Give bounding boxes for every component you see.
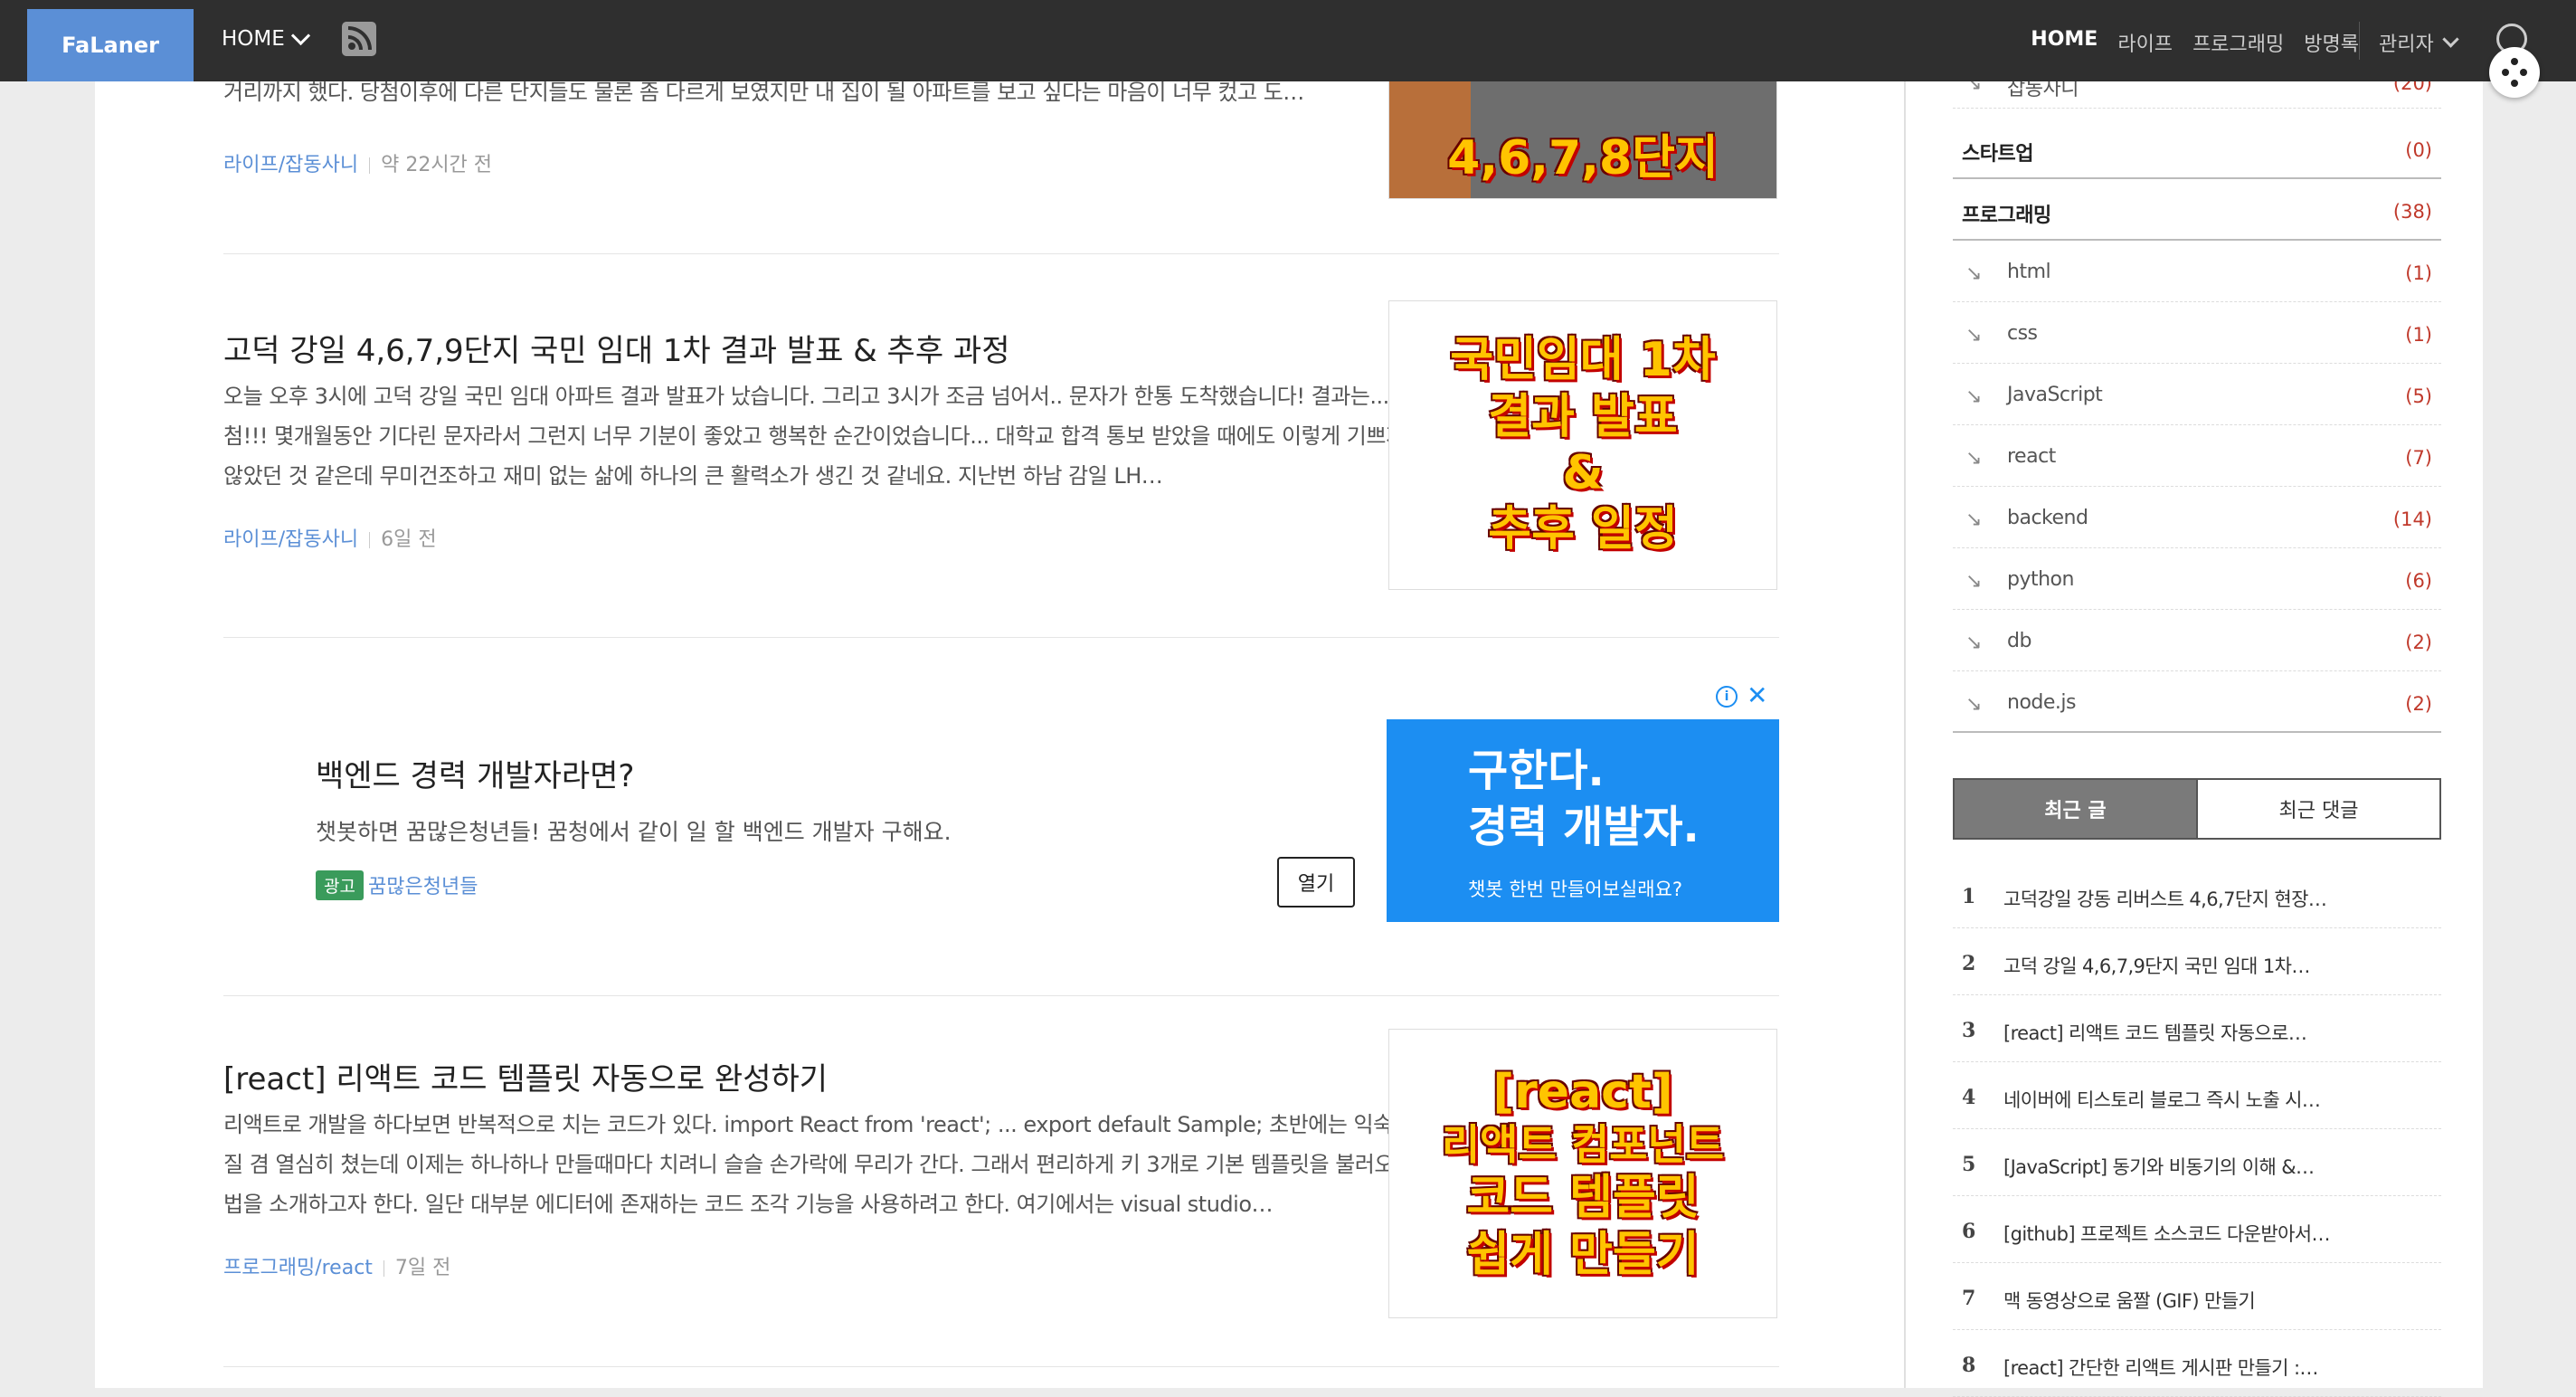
sidebar-category-startup[interactable]: 스타트업 (0) (1953, 118, 2441, 179)
post-excerpt: 오늘 오후 3시에 고덕 강일 국민 임대 아파트 결과 발표가 났습니다. 그… (223, 384, 1425, 489)
post-divider (223, 1366, 1779, 1367)
sidebar-category-python[interactable]: ↘ python (6) (1953, 548, 2441, 610)
sub-arrow-icon: ↘ (1965, 447, 1983, 470)
post-meta: 라이프/잡동사니 6일 전 (223, 523, 437, 552)
post-divider (223, 637, 1779, 638)
post-thumbnail[interactable]: 국민임대 1차 결과 발표 & 추후 일정 (1388, 300, 1777, 590)
sidebar-category-react[interactable]: ↘ react (7) (1953, 425, 2441, 487)
post-thumbnail[interactable]: [react] 리액트 컴포넌트 코드 템플릿 쉽게 만들기 (1388, 1029, 1777, 1318)
close-icon[interactable]: ✕ (1747, 680, 1767, 710)
recent-post-item[interactable]: 6 [github] 프로젝트 소스코드 다운받아서… (1953, 1196, 2441, 1263)
recent-post-item[interactable]: 7 맥 동영상으로 움짤 (GIF) 만들기 (1953, 1263, 2441, 1330)
post-category[interactable]: 라이프/잡동사니 (223, 528, 358, 551)
sub-arrow-icon: ↘ (1965, 570, 1983, 593)
sidebar-category-javascript[interactable]: ↘ JavaScript (5) (1953, 364, 2441, 425)
tab-recent-posts[interactable]: 최근 글 (1955, 780, 2196, 838)
ad-open-button[interactable]: 열기 (1277, 857, 1355, 908)
recent-post-item[interactable]: 4 네이버에 티스토리 블로그 즉시 노출 시… (1953, 1062, 2441, 1129)
tab-recent-comments[interactable]: 최근 댓글 (2196, 780, 2439, 838)
sidebar-category-html[interactable]: ↘ html (1) (1953, 241, 2441, 302)
ad-image[interactable]: 구한다. 경력 개발자. 챗봇 한번 만들어보실래요? (1387, 719, 1779, 922)
nav-divider (2359, 22, 2360, 60)
ad-title[interactable]: 백엔드 경력 개발자라면? (316, 751, 634, 795)
sub-arrow-icon: ↘ (1965, 632, 1983, 654)
post-date: 7일 전 (394, 1257, 451, 1279)
blog-brand-link[interactable]: FaLaner (27, 9, 194, 81)
chevron-down-icon (2442, 30, 2459, 48)
post-title[interactable]: [react] 리액트 코드 템플릿 자동으로 완성하기 (223, 1054, 828, 1098)
recent-post-item[interactable]: 1 고덕강일 강동 리버스트 4,6,7단지 현장… (1953, 861, 2441, 928)
post-meta: 프로그래밍/react 7일 전 (223, 1251, 450, 1280)
post-title[interactable]: 고덕 강일 4,6,7,9단지 국민 임대 1차 결과 발표 & 추후 과정 (223, 326, 1010, 370)
top-navigation-bar: FaLaner HOME HOME 라이프 프로그래밍 방명록 관리자 (0, 0, 2576, 81)
post-list: 거리까지 했다. 당첨이후에 다른 단지들도 물론 좀 다르게 보였지만 내 집… (95, 72, 1904, 1388)
recent-post-item[interactable]: 5 [JavaScript] 동기와 비동기의 이해 &… (1953, 1129, 2441, 1196)
sub-arrow-icon: ↘ (1965, 324, 1983, 347)
post-category[interactable]: 라이프/잡동사니 (223, 154, 358, 176)
menu-guestbook[interactable]: 방명록 (2304, 28, 2359, 57)
post-excerpt: 리액트로 개발을 하다보면 반복적으로 치는 코드가 있다. import Re… (223, 1112, 1414, 1217)
home-dropdown-label: HOME (222, 27, 285, 51)
info-icon[interactable]: i (1716, 686, 1738, 708)
post-meta: 라이프/잡동사니 약 22시간 전 (223, 148, 492, 177)
recent-tabs: 최근 글 최근 댓글 (1953, 778, 2441, 840)
menu-programming[interactable]: 프로그래밍 (2192, 28, 2284, 57)
sidebar: ↘ 잡동사니 (20) 스타트업 (0) 프로그래밍 (38) ↘ html (… (1904, 72, 2483, 1397)
recent-post-item[interactable]: 3 [react] 리액트 코드 템플릿 자동으로… (1953, 995, 2441, 1062)
recent-post-item[interactable]: 2 고덕 강일 4,6,7,9단지 국민 임대 1차… (1953, 928, 2441, 995)
post-category[interactable]: 프로그래밍/react (223, 1257, 373, 1279)
menu-life[interactable]: 라이프 (2117, 28, 2173, 57)
main-menu: HOME 라이프 프로그래밍 방명록 (2031, 28, 2359, 57)
admin-dropdown[interactable]: 관리자 (2379, 28, 2459, 57)
sidebar-category-backend[interactable]: ↘ backend (14) (1953, 487, 2441, 548)
sidebar-category-programming[interactable]: 프로그래밍 (38) (1953, 179, 2441, 241)
sub-arrow-icon: ↘ (1965, 693, 1983, 716)
ad-badge: 광고 (316, 870, 364, 900)
sub-arrow-icon: ↘ (1965, 262, 1983, 285)
post-date: 6일 전 (381, 528, 437, 551)
admin-label: 관리자 (2379, 33, 2434, 56)
ad-sponsor[interactable]: 꿈많은청년들 (368, 870, 478, 899)
home-dropdown[interactable]: HOME (222, 25, 310, 51)
rss-icon[interactable] (342, 22, 376, 56)
post-date: 약 22시간 전 (381, 154, 493, 176)
post-divider (223, 995, 1779, 996)
sidebar-category-nodejs[interactable]: ↘ node.js (2) (1953, 671, 2441, 733)
menu-home[interactable]: HOME (2031, 28, 2098, 57)
chevron-down-icon (290, 25, 310, 45)
ad-description: 챗봇하면 꿈많은청년들! 꿈청에서 같이 일 할 백엔드 개발자 구해요. (316, 819, 952, 845)
sidebar-category-css[interactable]: ↘ css (1) (1953, 302, 2441, 364)
sidebar-category-db[interactable]: ↘ db (2) (1953, 610, 2441, 671)
more-icon[interactable] (2489, 47, 2540, 98)
post-thumbnail[interactable]: 4,6,7,8단지 (1388, 72, 1777, 199)
recent-post-item[interactable]: 8 [react] 간단한 리액트 게시판 만들기 :… (1953, 1330, 2441, 1397)
post-divider (223, 253, 1779, 254)
sub-arrow-icon: ↘ (1965, 508, 1983, 531)
sub-arrow-icon: ↘ (1965, 385, 1983, 408)
